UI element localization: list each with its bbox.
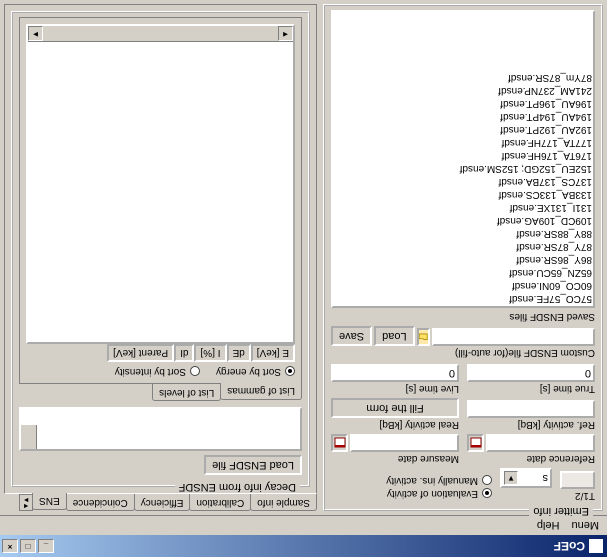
browse-file-button[interactable] <box>417 328 431 346</box>
radio-sort-energy[interactable]: Sort by energy <box>216 366 295 377</box>
close-button[interactable]: × <box>2 539 18 553</box>
live-time-input[interactable] <box>331 364 459 382</box>
menu-menu[interactable]: Menu <box>571 520 599 532</box>
ref-activity-label: Ref. activity [kBq] <box>467 419 595 430</box>
list-item[interactable]: 194AU_194PT.ensdf <box>334 110 592 123</box>
list-item[interactable]: 87Y_87SR.ensdf <box>334 240 592 253</box>
reference-date-label: Reference date <box>467 453 595 464</box>
radio-dot-icon <box>285 367 295 377</box>
load-button[interactable]: Load <box>374 326 414 346</box>
list-item[interactable]: 131I_131XE.ensdf <box>334 201 592 214</box>
ref-activity-input[interactable] <box>467 400 595 418</box>
tab-overflow[interactable]: ◄► <box>19 494 33 511</box>
column-header[interactable]: I [%] <box>195 344 227 362</box>
radio-dot-icon <box>190 367 200 377</box>
list-item[interactable]: 241AM_237NP.ensdf <box>334 84 592 97</box>
scrollbar-horizontal[interactable]: ◄ ► <box>28 26 293 42</box>
tab-sample-info[interactable]: Sample info <box>250 494 317 511</box>
subtab-list-of-gammas[interactable]: List of gammas <box>220 383 302 400</box>
minimize-button[interactable]: _ <box>38 539 54 553</box>
saved-files-list[interactable]: 57CO_57FE.ensdf60CO_60NI.ensdf65ZN_65CU.… <box>331 10 595 308</box>
column-header[interactable]: dE <box>227 344 251 362</box>
folder-open-icon <box>419 332 429 342</box>
list-item[interactable]: 60CO_60NI.ensdf <box>334 279 592 292</box>
tab-coincidence[interactable]: Coincidence <box>66 494 135 511</box>
chevron-down-icon: ▼ <box>504 471 518 485</box>
real-activity-label: Real activity [kBq] <box>331 419 459 430</box>
unit-select[interactable]: s ▼ <box>500 468 552 488</box>
list-item[interactable]: 192AU_192PT.ensdf <box>334 123 592 136</box>
maximize-button[interactable]: □ <box>20 539 36 553</box>
scroll-left-icon[interactable]: ◄ <box>278 26 293 41</box>
tab-efficiency[interactable]: Efficiency <box>134 494 191 511</box>
menu-help[interactable]: Help <box>537 520 560 532</box>
list-item[interactable]: 176TA_176HF.ensdf <box>334 149 592 162</box>
list-item[interactable]: 133BA_133CS.ensdf <box>334 188 592 201</box>
column-header[interactable]: Parent [keV] <box>107 344 174 362</box>
list-item[interactable]: 57CO_57FE.ensdf <box>334 292 592 305</box>
scroll-right-icon[interactable]: ► <box>28 26 43 41</box>
emitter-info-title: Emitter info <box>529 505 593 517</box>
save-button[interactable]: Save <box>331 326 372 346</box>
radio-eval-activity[interactable]: Evaluation of activity <box>331 488 492 499</box>
calendar-icon <box>470 437 482 449</box>
custom-ensdf-input[interactable] <box>432 328 595 346</box>
ensdf-path-pane <box>19 407 302 451</box>
window-title: CoEF <box>54 539 585 553</box>
live-time-label: Live time [s] <box>331 383 459 394</box>
measure-date-label: Measure date <box>331 453 459 464</box>
list-item[interactable]: 137CS_137BA.ensdf <box>334 175 592 188</box>
tab-calibration[interactable]: Calibration <box>189 494 251 511</box>
scrollbar-vertical[interactable] <box>21 425 37 449</box>
fill-form-button[interactable]: Fill the form <box>331 398 459 418</box>
reference-date-input[interactable] <box>486 434 595 452</box>
measure-date-input[interactable] <box>350 434 459 452</box>
column-header[interactable]: E [keV] <box>251 344 295 362</box>
halflife-label: T1/2 <box>560 490 595 501</box>
saved-files-label: Saved ENSDF files <box>331 311 595 322</box>
main-tabs: Sample infoCalibrationEfficiencyCoincide… <box>33 494 317 511</box>
emitter-info-panel: Emitter info T1/2 s ▼ Evaluation of acti… <box>323 4 603 511</box>
list-item[interactable]: 177TA_177HF.ensdf <box>334 136 592 149</box>
radio-sort-intensity[interactable]: Sort by intensity <box>115 366 200 377</box>
list-item[interactable]: 196AU_196PT.ensdf <box>334 97 592 110</box>
true-time-input[interactable] <box>467 364 595 382</box>
custom-ensdf-label: Custom ENSDF file(for auto-fill) <box>331 347 595 358</box>
list-item[interactable]: 88Y_88SR.ensdf <box>334 227 592 240</box>
decay-info-title: Decay info from ENSDF <box>175 481 300 493</box>
list-item[interactable]: 86Y_86SR.ensdf <box>334 253 592 266</box>
radio-manual-activity[interactable]: Manually ins. activity <box>331 475 492 486</box>
gamma-list-pane[interactable]: ◄ ► <box>26 24 295 344</box>
list-item[interactable]: 87Ym_87SR.ensdf <box>334 71 592 84</box>
calendar-icon <box>334 437 346 449</box>
radio-dot-icon <box>482 476 492 486</box>
measure-date-picker[interactable] <box>331 434 348 452</box>
true-time-label: True time [s] <box>467 383 595 394</box>
tab-ens[interactable]: ENS <box>32 493 67 510</box>
list-item[interactable]: 65ZN_65CU.ensdf <box>334 266 592 279</box>
reference-date-picker[interactable] <box>467 434 484 452</box>
halflife-input[interactable] <box>560 471 595 489</box>
sub-tabs: List of gammasList of levels <box>19 384 302 401</box>
radio-dot-icon <box>482 489 492 499</box>
column-headers: E [keV]dEI [%]dIParent [keV] <box>26 344 295 362</box>
column-header[interactable]: dI <box>174 344 194 362</box>
load-ensdf-button[interactable]: Load ENSDF file <box>204 455 302 475</box>
list-item[interactable]: 152EU_152GD; 152SM.ensdf <box>334 162 592 175</box>
subtab-list-of-levels[interactable]: List of levels <box>152 384 221 401</box>
app-icon <box>589 539 603 553</box>
list-item[interactable]: 109CD_109AG.ensdf <box>334 214 592 227</box>
